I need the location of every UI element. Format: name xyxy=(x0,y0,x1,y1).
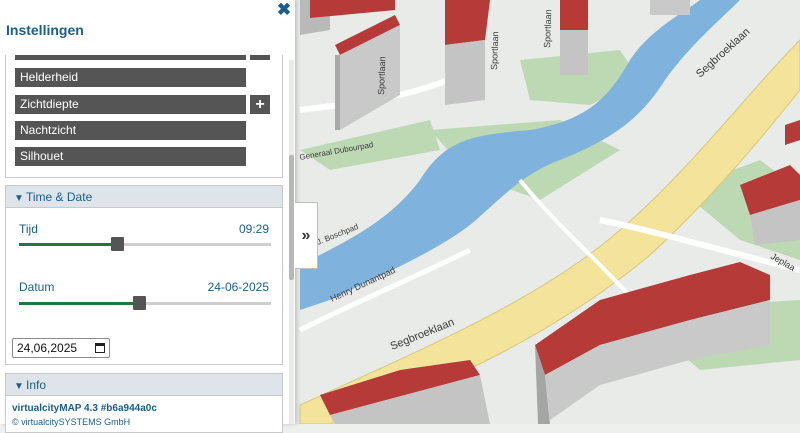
calendar-icon[interactable] xyxy=(95,343,105,353)
time-date-header[interactable]: ▼ Time & Date xyxy=(6,186,282,208)
double-chevron-right-icon: » xyxy=(301,227,311,244)
version-text: virtualcityMAP 4.3 #b6a944a0c xyxy=(12,403,157,414)
style-item-silhouet[interactable]: Silhouet xyxy=(15,147,246,166)
time-label: Tijd xyxy=(19,222,38,236)
street-label: Sportlaan xyxy=(489,31,500,70)
date-input[interactable]: 24,06,2025 xyxy=(12,338,110,358)
slider-fill xyxy=(19,302,139,305)
time-slider[interactable] xyxy=(19,237,271,251)
style-list-section: Helderheid Zichtdiepte + Nachtzicht Silh… xyxy=(5,55,283,178)
chevron-down-icon: ▼ xyxy=(14,193,24,204)
chevron-down-icon: ▼ xyxy=(14,381,24,392)
copyright-text: © virtualcitySYSTEMS GmbH xyxy=(12,417,131,427)
style-item-helderheid[interactable]: Helderheid xyxy=(15,68,246,87)
style-item-zichtdiepte[interactable]: Zichtdiepte xyxy=(15,95,246,114)
date-value: 24-06-2025 xyxy=(207,280,269,294)
street-label: Sportlaan xyxy=(376,56,387,95)
style-item-nachtzicht[interactable]: Nachtzicht xyxy=(15,121,246,140)
panel-toggle-button[interactable]: » xyxy=(295,202,318,269)
style-item-partial[interactable] xyxy=(15,55,246,60)
date-input-value: 24,06,2025 xyxy=(17,341,78,355)
info-header[interactable]: ▼ Info xyxy=(6,374,282,396)
slider-thumb[interactable] xyxy=(132,296,146,310)
street-label: Sportlaan xyxy=(542,9,553,48)
panel-title: Instellingen xyxy=(6,22,84,38)
close-button[interactable]: ✖ xyxy=(276,1,292,19)
settings-panel: Instellingen ✖ Helderheid Zichtdiepte + … xyxy=(0,0,295,433)
add-button[interactable]: + xyxy=(250,95,270,114)
time-value: 09:29 xyxy=(238,222,269,236)
scrollbar-thumb[interactable] xyxy=(289,155,294,280)
info-section: ▼ Info virtualcityMAP 4.3 #b6a944a0c © vi… xyxy=(5,373,283,433)
time-date-section: ▼ Time & Date Tijd 09:29 Datum 24-06-2025… xyxy=(5,185,283,365)
slider-fill xyxy=(19,243,118,246)
date-slider[interactable] xyxy=(19,296,271,310)
slider-thumb[interactable] xyxy=(111,237,125,251)
date-label: Datum xyxy=(19,280,55,294)
add-button-partial[interactable] xyxy=(250,55,270,60)
info-title: Info xyxy=(26,378,47,392)
time-date-title: Time & Date xyxy=(26,190,93,204)
